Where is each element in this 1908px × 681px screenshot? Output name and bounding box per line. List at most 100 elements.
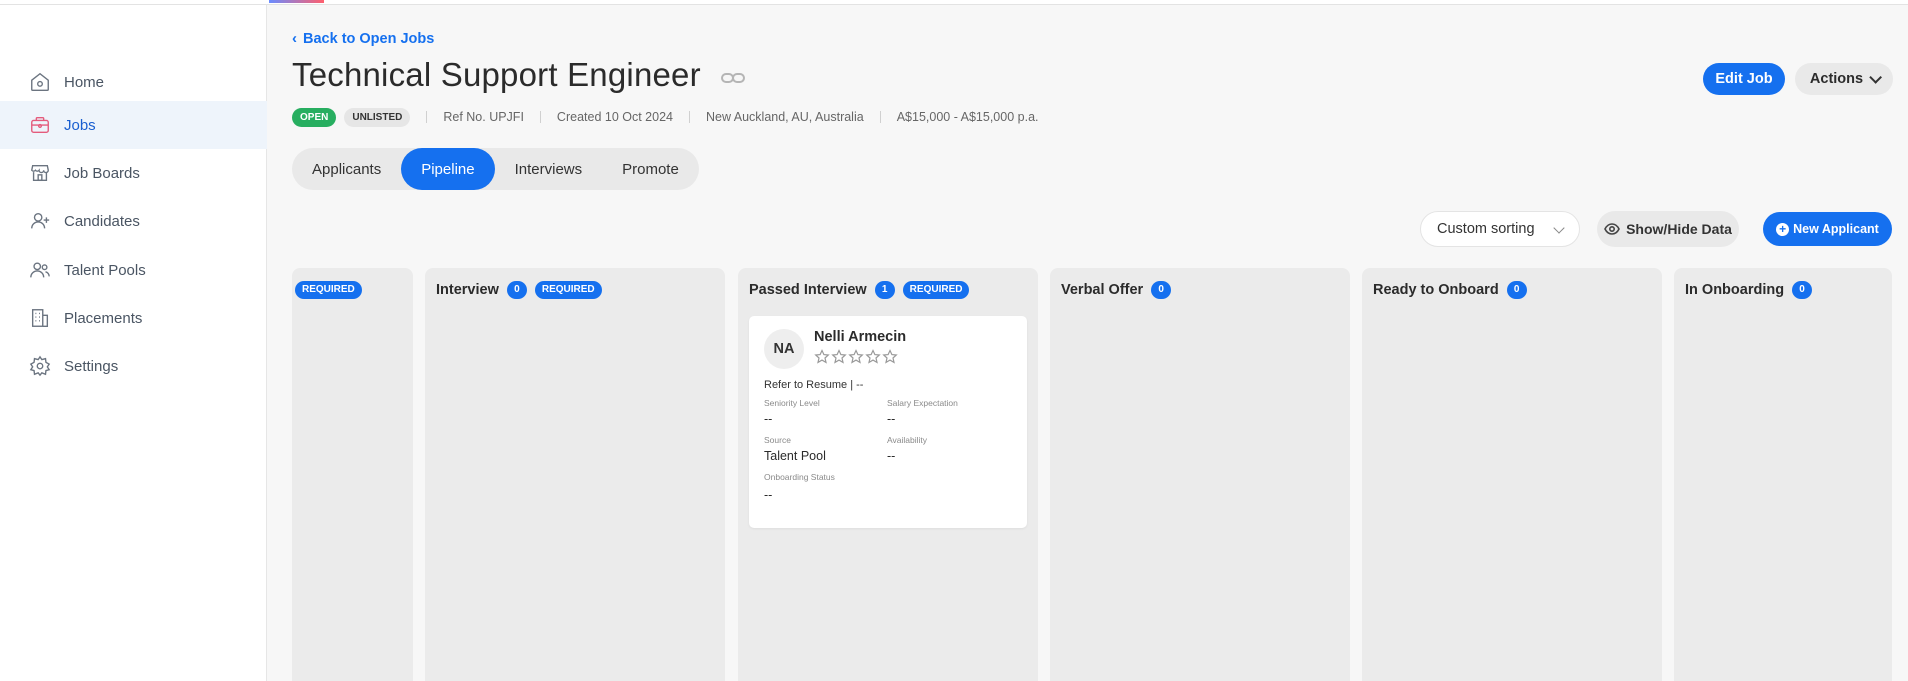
- link-icon[interactable]: [720, 70, 746, 86]
- column-header: Interview 0 REQUIRED: [436, 281, 602, 299]
- pipeline-column-in-onboarding: In Onboarding 0: [1674, 268, 1892, 681]
- tab-pipeline[interactable]: Pipeline: [401, 148, 495, 190]
- actions-label: Actions: [1809, 71, 1864, 87]
- column-title: In Onboarding: [1685, 282, 1785, 298]
- source-value: Talent Pool: [764, 449, 826, 463]
- seniority-value: --: [764, 412, 773, 426]
- home-icon: [29, 71, 51, 93]
- show-hide-data-button[interactable]: Show/Hide Data: [1597, 211, 1739, 247]
- candidate-name[interactable]: Nelli Armecin: [814, 329, 906, 345]
- sidebar-item-talent-pools[interactable]: Talent Pools: [0, 246, 267, 294]
- new-applicant-label: New Applicant: [1793, 222, 1879, 236]
- edit-job-button[interactable]: Edit Job: [1703, 63, 1785, 95]
- count-badge: 0: [506, 281, 527, 299]
- count-badge: 0: [1792, 281, 1813, 299]
- pipeline-column-ready-to-onboard: Ready to Onboard 0: [1362, 268, 1662, 681]
- source-label: Source: [764, 435, 791, 445]
- star-icon[interactable]: [814, 349, 830, 365]
- sidebar-item-settings[interactable]: Settings: [0, 342, 267, 390]
- show-hide-label: Show/Hide Data: [1626, 221, 1732, 237]
- tab-interviews[interactable]: Interviews: [495, 148, 603, 190]
- chevron-left-icon: ‹: [292, 30, 297, 47]
- job-created-date: Created 10 Oct 2024: [556, 110, 673, 124]
- salary-expectation-value: --: [887, 412, 896, 426]
- job-tabs: Applicants Pipeline Interviews Promote: [292, 148, 699, 190]
- page-title: Technical Support Engineer: [292, 56, 701, 93]
- divider: [539, 111, 541, 123]
- back-link[interactable]: ‹ Back to Open Jobs: [292, 30, 434, 47]
- divider: [688, 111, 690, 123]
- star-icon[interactable]: [831, 349, 847, 365]
- count-badge: 0: [1151, 281, 1172, 299]
- availability-value: --: [887, 449, 896, 463]
- sidebar-item-label: Placements: [64, 309, 143, 327]
- required-badge: REQUIRED: [902, 281, 970, 299]
- sidebar-item-label: Job Boards: [64, 164, 140, 182]
- required-badge: REQUIRED: [295, 281, 362, 299]
- salary-expectation-label: Salary Expectation: [887, 398, 958, 408]
- column-header: REQUIRED: [295, 281, 362, 299]
- candidate-card[interactable]: NA Nelli Armecin Refer to Resume | -- Se…: [749, 316, 1027, 528]
- gear-icon: [29, 355, 51, 377]
- column-header: Verbal Offer 0: [1061, 281, 1172, 299]
- sidebar-item-label: Settings: [64, 357, 119, 375]
- job-meta-row: OPEN UNLISTED Ref No. UPJFI Created 10 O…: [292, 106, 1039, 128]
- top-accent-line: [269, 0, 324, 3]
- visibility-badge: UNLISTED: [344, 107, 411, 127]
- divider: [879, 111, 881, 123]
- eye-icon: [1604, 223, 1620, 235]
- sidebar-item-jobs[interactable]: Jobs: [0, 101, 267, 149]
- top-bar: [0, 0, 1908, 5]
- chevron-down-icon: [1869, 70, 1883, 84]
- pipeline-column: REQUIRED: [292, 268, 413, 681]
- new-applicant-button[interactable]: + New Applicant: [1763, 212, 1892, 246]
- plus-circle-icon: +: [1776, 222, 1790, 236]
- sidebar-item-home[interactable]: Home: [0, 58, 267, 106]
- resume-link[interactable]: Refer to Resume | --: [764, 379, 863, 391]
- job-location: New Auckland, AU, Australia: [705, 110, 864, 124]
- sidebar-item-candidates[interactable]: Candidates: [0, 197, 267, 245]
- star-rating[interactable]: [814, 349, 899, 365]
- onboarding-status-value: --: [764, 488, 773, 502]
- status-badge: OPEN: [292, 107, 337, 127]
- building-icon: [29, 307, 51, 329]
- onboarding-status-label: Onboarding Status: [764, 472, 835, 482]
- user-plus-icon: [29, 210, 51, 232]
- star-icon[interactable]: [848, 349, 864, 365]
- sidebar-item-label: Candidates: [64, 212, 140, 230]
- divider: [426, 111, 428, 123]
- pipeline-column-interview: Interview 0 REQUIRED: [425, 268, 725, 681]
- column-header: In Onboarding 0: [1685, 281, 1813, 299]
- chevron-down-icon: [1553, 222, 1565, 234]
- sidebar-item-placements[interactable]: Placements: [0, 294, 267, 342]
- seniority-label: Seniority Level: [764, 398, 820, 408]
- column-title: Verbal Offer: [1061, 282, 1144, 298]
- sidebar-item-label: Home: [64, 73, 105, 91]
- tab-applicants[interactable]: Applicants: [292, 148, 401, 190]
- back-link-label: Back to Open Jobs: [303, 30, 435, 47]
- column-title: Interview: [436, 282, 499, 298]
- count-badge: 1: [874, 281, 895, 299]
- briefcase-icon: [29, 114, 51, 136]
- star-icon[interactable]: [865, 349, 881, 365]
- storefront-icon: [29, 162, 51, 184]
- column-header: Passed Interview 1 REQUIRED: [749, 281, 970, 299]
- sidebar: Home Jobs Job Boards Candidates Talent P…: [0, 5, 267, 681]
- sort-select[interactable]: Custom sorting: [1420, 211, 1580, 247]
- sidebar-item-label: Talent Pools: [64, 261, 146, 279]
- star-icon[interactable]: [882, 349, 898, 365]
- sort-select-value: Custom sorting: [1437, 221, 1535, 237]
- job-ref: Ref No. UPJFI: [443, 110, 524, 124]
- sidebar-item-job-boards[interactable]: Job Boards: [0, 149, 267, 197]
- count-badge: 0: [1506, 281, 1527, 299]
- pipeline-column-passed-interview: Passed Interview 1 REQUIRED NA Nelli Arm…: [738, 268, 1038, 681]
- tab-promote[interactable]: Promote: [602, 148, 699, 190]
- column-title: Ready to Onboard: [1373, 282, 1499, 298]
- column-header: Ready to Onboard 0: [1373, 281, 1527, 299]
- required-badge: REQUIRED: [534, 281, 602, 299]
- job-salary: A$15,000 - A$15,000 p.a.: [896, 110, 1039, 124]
- actions-dropdown-button[interactable]: Actions: [1795, 63, 1893, 95]
- pipeline-column-verbal-offer: Verbal Offer 0: [1050, 268, 1350, 681]
- avatar: NA: [764, 329, 804, 369]
- column-title: Passed Interview: [749, 282, 867, 298]
